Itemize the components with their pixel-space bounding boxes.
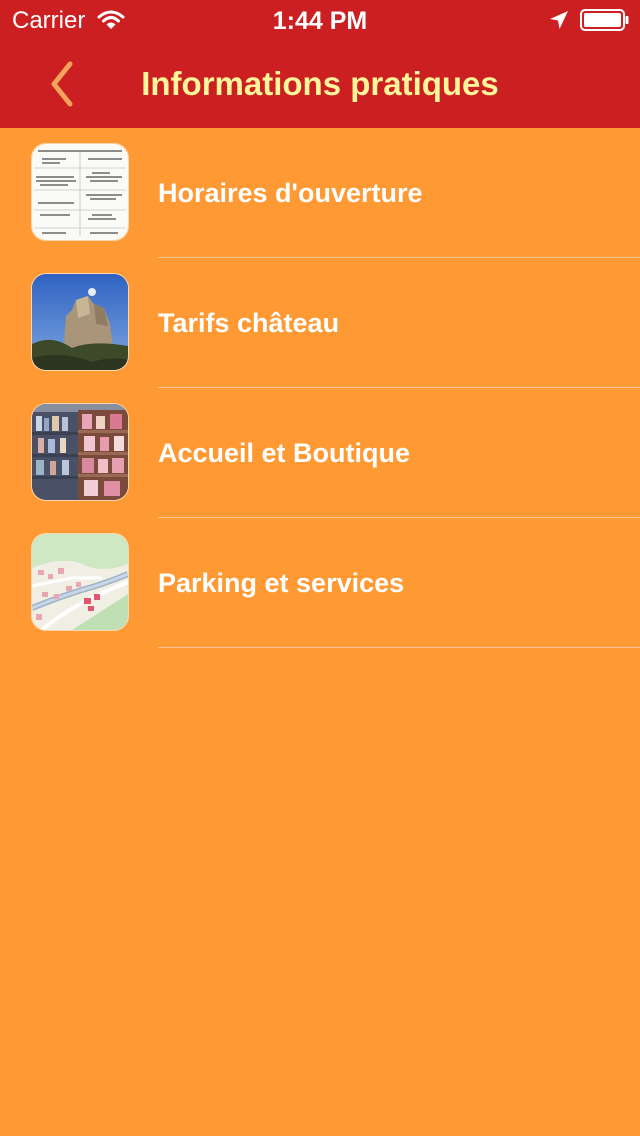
- location-arrow-icon: [548, 9, 570, 31]
- list-item-label: Tarifs château: [158, 308, 340, 338]
- map-thumbnail: [32, 534, 128, 630]
- list-item-parking[interactable]: Parking et services: [0, 518, 640, 648]
- timetable-document-thumbnail: [32, 144, 128, 240]
- list-item-horaires[interactable]: Horaires d'ouverture: [0, 128, 640, 258]
- menu-list: Horaires d'ouverture Tarifs château Accu…: [0, 128, 640, 648]
- list-item-tarifs[interactable]: Tarifs château: [0, 258, 640, 388]
- list-item-label: Parking et services: [158, 568, 405, 598]
- status-time: 1:44 PM: [272, 7, 368, 35]
- top-bar: Carrier 1:44 PM Informations pratiques: [0, 0, 640, 128]
- row-separator: [158, 647, 640, 648]
- list-item-accueil[interactable]: Accueil et Boutique: [0, 388, 640, 518]
- castle-photo-thumbnail: [32, 274, 128, 370]
- battery-icon: [580, 9, 630, 31]
- shop-shelves-photo-thumbnail: [32, 404, 128, 500]
- status-bar: Carrier 1:44 PM: [0, 0, 640, 40]
- page-title: Informations pratiques: [141, 65, 499, 102]
- navigation-bar: Informations pratiques: [0, 40, 640, 128]
- list-item-label: Horaires d'ouverture: [158, 178, 423, 208]
- list-item-label: Accueil et Boutique: [158, 438, 411, 468]
